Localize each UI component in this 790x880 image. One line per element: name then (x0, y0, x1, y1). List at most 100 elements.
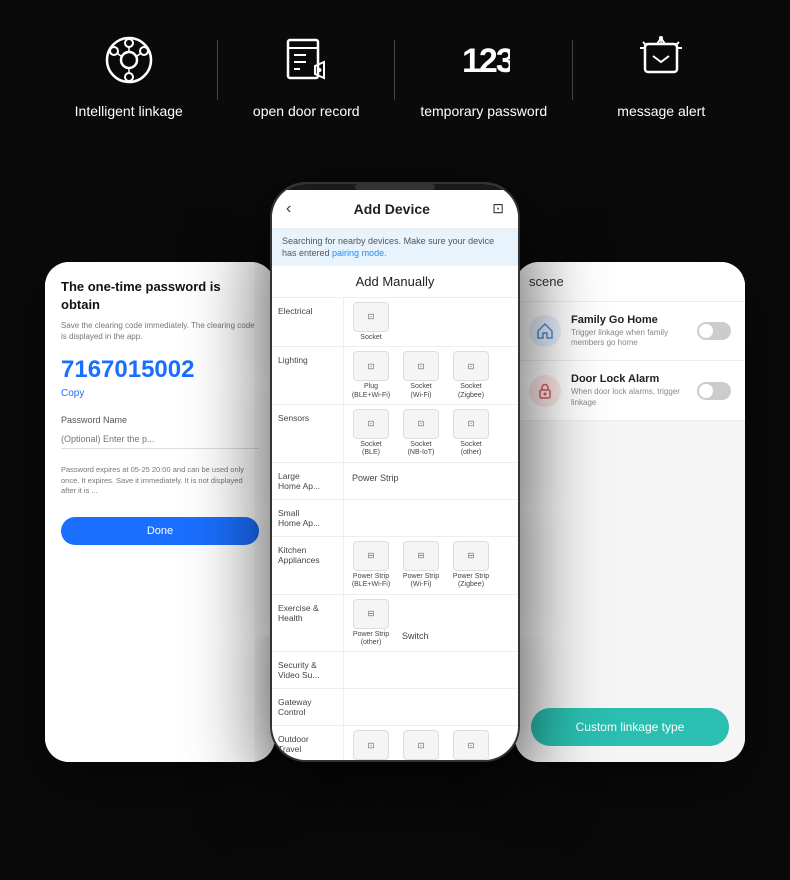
powerstrip-other-label: Power Strip(other) (353, 631, 389, 648)
device-socket[interactable]: ⊡ Socket (348, 302, 394, 342)
powerstrip-other-icon: ⊟ (353, 599, 389, 629)
category-items-large-home: Power Strip (344, 463, 518, 499)
category-label-security: Security &Video Su... (272, 652, 344, 688)
door-icon (276, 30, 336, 90)
device-socket-other[interactable]: ⊡ Socket(other) (448, 409, 494, 458)
scene-family-text: Family Go Home Trigger linkage when fami… (571, 314, 687, 349)
feature-intelligent-linkage: Intelligent linkage (40, 30, 218, 122)
done-button[interactable]: Done (61, 517, 259, 545)
outdoor-icon-1: ⊡ (353, 730, 389, 760)
device-outdoor-1[interactable]: ⊡ (348, 730, 394, 761)
plug-ble-wifi-icon: ⊡ (353, 351, 389, 381)
socket-nb-iot-icon: ⊡ (403, 409, 439, 439)
device-plug-ble-wifi[interactable]: ⊡ Plug(BLE+Wi-Fi) (348, 351, 394, 400)
category-label-lighting: Lighting (272, 347, 344, 404)
category-items-kitchen: ⊟ Power Strip(BLE+Wi-Fi) ⊟ Power Strip(W… (344, 537, 518, 594)
scene-doorlock-desc: When door lock alarms, trigger linkage (571, 387, 687, 408)
scene-doorlock-toggle[interactable] (697, 382, 731, 400)
powerstrip-zigbee-label: Power Strip(Zigbee) (453, 573, 489, 590)
device-socket-ble[interactable]: ⊡ Socket(BLE) (348, 409, 394, 458)
back-icon[interactable]: ‹ (286, 200, 291, 218)
socket-other-label: Socket(other) (460, 441, 481, 458)
category-electrical: Electrical ⊡ Socket (272, 298, 518, 347)
pairing-mode-link[interactable]: pairing mode. (332, 248, 387, 258)
header-title: Add Device (354, 201, 430, 217)
socket-wifi-label: Socket(Wi-Fi) (410, 383, 431, 400)
category-items-outdoor: ⊡ ⊡ ⊡ (344, 726, 518, 761)
category-items-electrical: ⊡ Socket (344, 298, 518, 346)
socket-label: Socket (360, 334, 381, 342)
device-powerstrip-other[interactable]: ⊟ Power Strip(other) (348, 599, 394, 648)
search-text: Searching for nearby devices. Make sure … (282, 236, 494, 259)
copy-button[interactable]: Copy (61, 388, 259, 399)
category-label-small-home: SmallHome Ap... (272, 500, 344, 536)
category-label-outdoor: OutdoorTravel (272, 726, 344, 761)
device-powerstrip-ble-wifi[interactable]: ⊟ Power Strip(BLE+Wi-Fi) (348, 541, 394, 590)
scan-icon[interactable]: ⊡ (492, 200, 504, 217)
category-lighting: Lighting ⊡ Plug(BLE+Wi-Fi) ⊡ Socket(Wi-F… (272, 347, 518, 405)
scene-item-doorlock: Door Lock Alarm When door lock alarms, t… (515, 361, 745, 421)
category-outdoor: OutdoorTravel ⊡ ⊡ ⊡ (272, 726, 518, 761)
socket-nb-iot-label: Socket(NB-IoT) (408, 441, 435, 458)
feature-open-door-record: open door record (218, 30, 396, 122)
device-outdoor-3[interactable]: ⊡ (448, 730, 494, 761)
device-outdoor-2[interactable]: ⊡ (398, 730, 444, 761)
otp-expires-text: Password expires at 05-25 20:00 and can … (61, 465, 259, 497)
powerstrip-wifi-icon: ⊟ (403, 541, 439, 571)
phone-left: The one-time password is obtain Save the… (45, 262, 275, 762)
category-items-sensors: ⊡ Socket(BLE) ⊡ Socket(NB-IoT) ⊡ Socket(… (344, 405, 518, 462)
scene-header: scene (515, 262, 745, 302)
scene-item-family: Family Go Home Trigger linkage when fami… (515, 302, 745, 362)
device-powerstrip-wifi[interactable]: ⊟ Power Strip(Wi-Fi) (398, 541, 444, 590)
category-exercise: Exercise &Health ⊟ Power Strip(other) Sw… (272, 595, 518, 653)
phone-header: ‹ Add Device ⊡ (272, 190, 518, 229)
device-list: Electrical ⊡ Socket Lighting (272, 298, 518, 762)
otp-number: 7167015002 (61, 356, 259, 384)
add-device-screen: ‹ Add Device ⊡ Searching for nearby devi… (272, 190, 518, 762)
feature-label-linkage: Intelligent linkage (75, 102, 183, 122)
category-items-exercise: ⊟ Power Strip(other) Switch (344, 595, 518, 652)
category-sensors: Sensors ⊡ Socket(BLE) ⊡ Socket(NB-IoT) (272, 405, 518, 463)
socket-other-icon: ⊡ (453, 409, 489, 439)
feature-label-password: temporary password (420, 102, 547, 122)
category-small-home: SmallHome Ap... (272, 500, 518, 537)
feature-label-door: open door record (253, 102, 360, 122)
socket-ble-label: Socket(BLE) (360, 441, 381, 458)
category-security: Security &Video Su... (272, 652, 518, 689)
socket-icon: ⊡ (353, 302, 389, 332)
socket-wifi-icon: ⊡ (403, 351, 439, 381)
powerstrip-wifi-label: Power Strip(Wi-Fi) (403, 573, 439, 590)
device-socket-zigbee[interactable]: ⊡ Socket(Zigbee) (448, 351, 494, 400)
category-label-large-home: LargeHome Ap... (272, 463, 344, 499)
device-socket-nb-iot[interactable]: ⊡ Socket(NB-IoT) (398, 409, 444, 458)
search-banner: Searching for nearby devices. Make sure … (272, 229, 518, 266)
scene-family-toggle[interactable] (697, 322, 731, 340)
password-icon: 123 (454, 30, 514, 90)
category-label-electrical: Electrical (272, 298, 344, 346)
category-label-exercise: Exercise &Health (272, 595, 344, 652)
feature-temporary-password: 123 temporary password (395, 30, 573, 122)
category-items-gateway (344, 689, 518, 725)
switch-header: Switch (398, 625, 433, 648)
scene-family-name: Family Go Home (571, 314, 687, 326)
otp-subtitle: Save the clearing code immediately. The … (61, 320, 259, 342)
feature-message-alert: message alert (573, 30, 751, 122)
password-name-input[interactable] (61, 430, 259, 449)
phones-showcase: The one-time password is obtain Save the… (0, 142, 790, 802)
socket-zigbee-label: Socket(Zigbee) (458, 383, 484, 400)
device-powerstrip-zigbee[interactable]: ⊟ Power Strip(Zigbee) (448, 541, 494, 590)
scene-doorlock-name: Door Lock Alarm (571, 373, 687, 385)
category-gateway: GatewayControl (272, 689, 518, 726)
scene-family-desc: Trigger linkage when family members go h… (571, 328, 687, 349)
otp-title: The one-time password is obtain (61, 278, 259, 314)
scene-home-icon (529, 315, 561, 347)
device-socket-wifi[interactable]: ⊡ Socket(Wi-Fi) (398, 351, 444, 400)
category-items-small-home (344, 500, 518, 536)
add-manually-title: Add Manually (272, 266, 518, 298)
features-row: Intelligent linkage open door record 123… (0, 0, 790, 142)
powerstrip-ble-wifi-icon: ⊟ (353, 541, 389, 571)
scene-lock-icon (529, 375, 561, 407)
scene-doorlock-text: Door Lock Alarm When door lock alarms, t… (571, 373, 687, 408)
category-items-lighting: ⊡ Plug(BLE+Wi-Fi) ⊡ Socket(Wi-Fi) ⊡ Sock… (344, 347, 518, 404)
custom-linkage-button[interactable]: Custom linkage type (531, 708, 729, 746)
